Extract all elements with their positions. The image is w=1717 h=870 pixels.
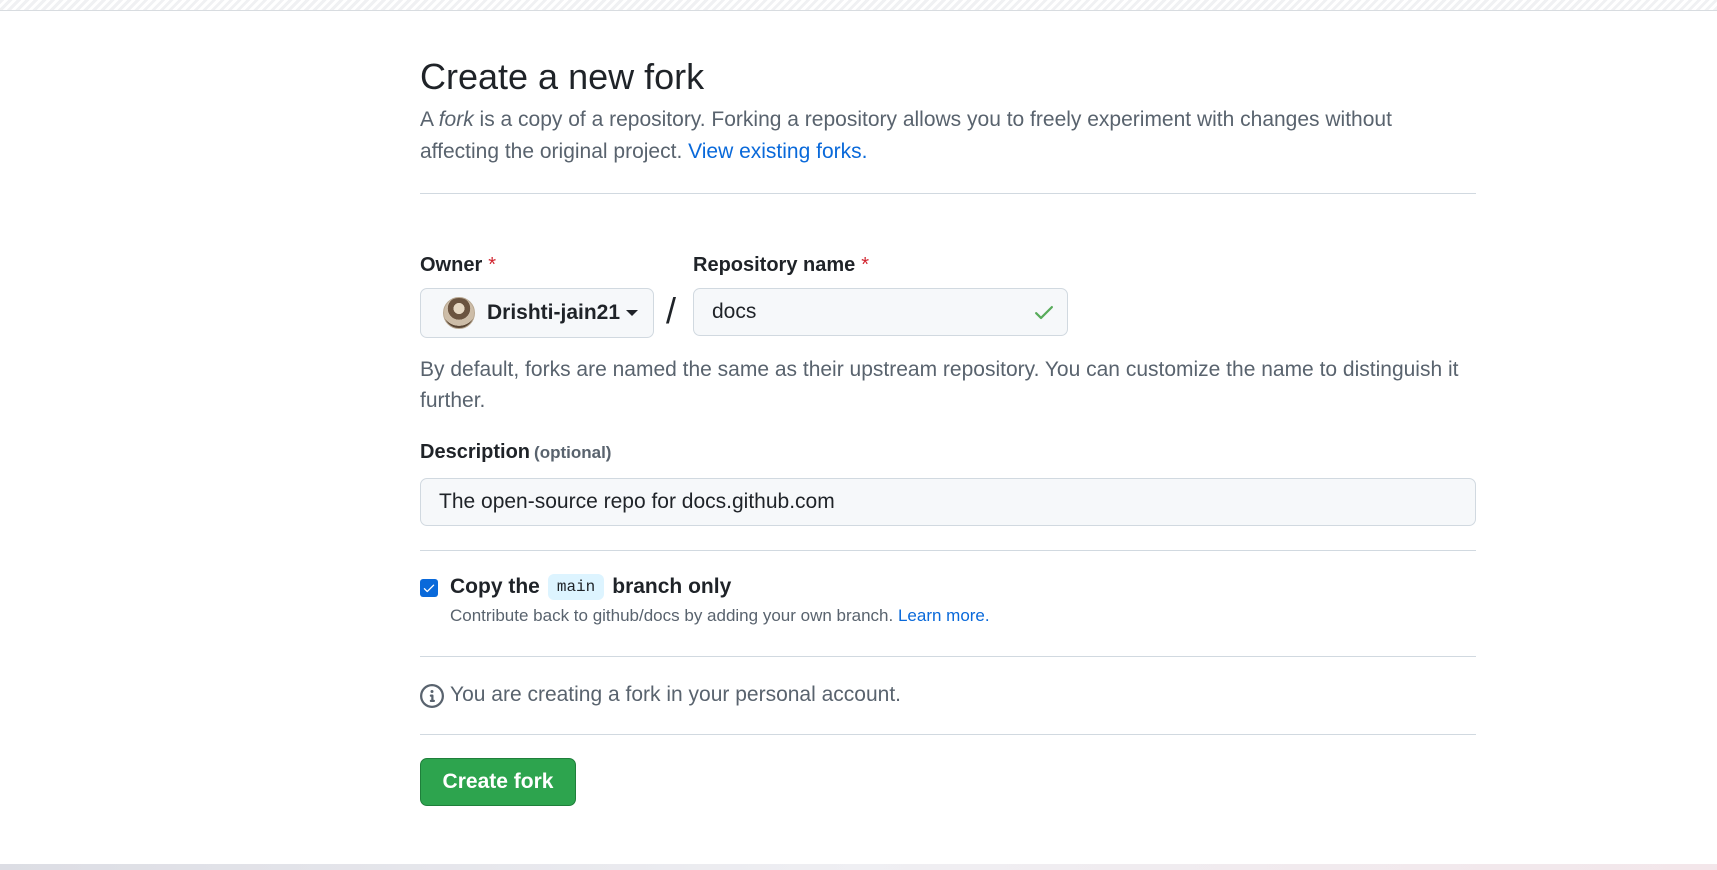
owner-select-button[interactable]: Drishti-jain21: [420, 288, 654, 338]
copy-main-branch-checkbox[interactable]: [420, 579, 438, 597]
repository-name-label-text: Repository name: [693, 254, 856, 276]
intro-body: is a copy of a repository. Forking a rep…: [420, 108, 1392, 163]
optional-label: (optional): [534, 443, 612, 462]
description-input[interactable]: [420, 478, 1476, 526]
divider: [420, 734, 1476, 735]
browser-top-edge: [0, 0, 1717, 11]
owner-label: Owner *: [420, 254, 496, 277]
repository-name-label: Repository name *: [693, 254, 869, 277]
repository-name-hint: By default, forks are named the same as …: [420, 358, 1459, 412]
personal-account-notice: You are creating a fork in your personal…: [450, 683, 901, 706]
check-icon: [1035, 306, 1053, 320]
browser-bottom-edge: [0, 864, 1717, 870]
copy-branch-sub-text: Contribute back to github/docs by adding…: [450, 606, 898, 625]
copy-branch-label[interactable]: Copy the main branch only: [450, 574, 731, 600]
divider: [420, 656, 1476, 657]
copy-branch-label-prefix: Copy the: [450, 575, 540, 598]
copy-branch-description: Contribute back to github/docs by adding…: [450, 606, 990, 626]
avatar: [443, 297, 475, 329]
divider: [420, 193, 1476, 194]
branch-name-code: main: [547, 574, 605, 600]
intro-text: A fork is a copy of a repository. Forkin…: [420, 104, 1420, 168]
copy-branch-label-suffix: branch only: [612, 575, 732, 598]
chevron-down-icon: [626, 310, 639, 316]
checkmark-icon: [423, 584, 435, 593]
repository-name-input[interactable]: [693, 288, 1068, 336]
required-mark: *: [488, 254, 497, 276]
required-mark: *: [861, 254, 870, 276]
description-label-text: Description: [420, 441, 531, 463]
owner-label-text: Owner: [420, 254, 483, 276]
owner-name: Drishti-jain21: [487, 301, 621, 324]
intro-fork-word: fork: [438, 108, 474, 131]
create-fork-button[interactable]: Create fork: [420, 758, 576, 806]
page-title: Create a new fork: [420, 56, 705, 97]
learn-more-link[interactable]: Learn more.: [898, 606, 990, 625]
description-label: Description (optional): [420, 441, 611, 464]
owner-repo-separator: /: [666, 290, 677, 331]
view-existing-forks-link[interactable]: View existing forks.: [688, 140, 867, 163]
info-icon: [420, 684, 444, 708]
divider: [420, 550, 1476, 551]
intro-prefix: A: [420, 108, 439, 131]
